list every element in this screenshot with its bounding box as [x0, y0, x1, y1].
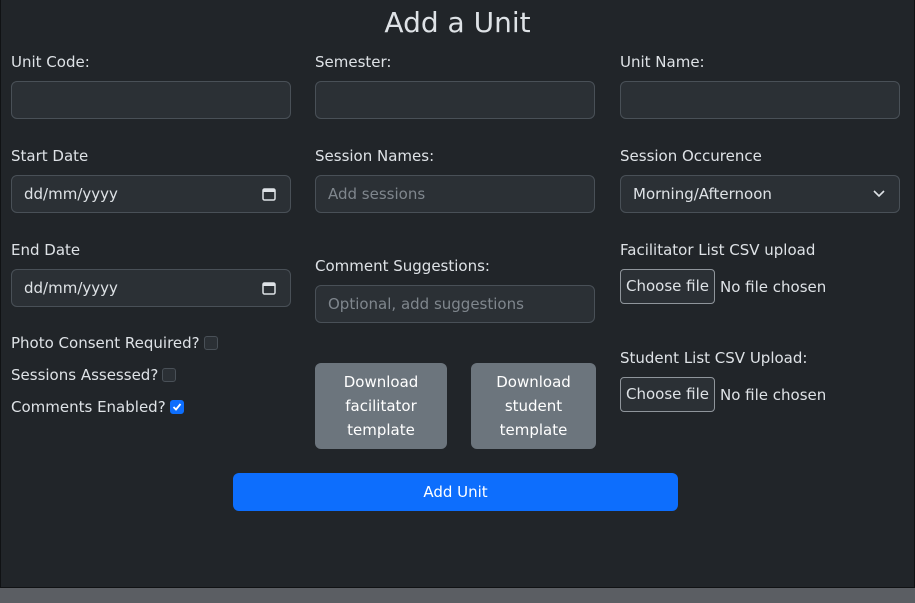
facilitator-file-input[interactable]: Choose file No file chosen	[620, 269, 826, 304]
comments-enabled-row: Comments Enabled?	[11, 398, 184, 416]
comments-enabled-checkbox[interactable]	[169, 400, 184, 414]
add-unit-panel: Add a Unit Unit Code: Semester: Unit Nam…	[0, 0, 915, 588]
end-date-label: End Date	[11, 241, 81, 259]
download-student-line-2: student	[504, 397, 563, 415]
download-student-line-1: Download	[496, 373, 571, 391]
checkmark-icon	[172, 403, 181, 411]
start-date-label: Start Date	[11, 147, 89, 165]
calendar-icon[interactable]	[262, 187, 276, 201]
photo-consent-row: Photo Consent Required?	[11, 334, 218, 352]
start-date-input[interactable]: dd/mm/yyyy	[11, 175, 291, 213]
unit-code-input[interactable]	[11, 81, 291, 119]
unit-code-label: Unit Code:	[11, 53, 90, 71]
comment-suggestions-input[interactable]	[315, 285, 595, 323]
student-file-input[interactable]: Choose file No file chosen	[620, 377, 826, 412]
photo-consent-label: Photo Consent Required?	[11, 334, 200, 352]
student-file-status: No file chosen	[720, 385, 827, 404]
download-facilitator-line-2: facilitator	[345, 397, 417, 415]
session-names-input[interactable]	[315, 175, 595, 213]
calendar-icon[interactable]	[262, 281, 276, 295]
download-student-line-3: template	[499, 421, 568, 439]
facilitator-file-status: No file chosen	[720, 277, 827, 296]
sessions-assessed-row: Sessions Assessed?	[11, 366, 177, 384]
semester-input[interactable]	[315, 81, 595, 119]
session-names-label: Session Names:	[315, 147, 435, 165]
start-date-value: dd/mm/yyyy	[24, 185, 118, 203]
comment-suggestions-label: Comment Suggestions:	[315, 257, 490, 275]
end-date-value: dd/mm/yyyy	[24, 279, 118, 297]
sessions-assessed-label: Sessions Assessed?	[11, 366, 159, 384]
sessions-assessed-checkbox[interactable]	[162, 368, 177, 382]
student-choose-file-button[interactable]: Choose file	[620, 377, 715, 412]
semester-label: Semester:	[315, 53, 392, 71]
session-occurence-value: Morning/Afternoon	[633, 185, 772, 203]
facilitator-upload-label: Facilitator List CSV upload	[620, 241, 816, 259]
comments-enabled-label: Comments Enabled?	[11, 398, 166, 416]
session-occurence-select[interactable]: Morning/Afternoon	[620, 175, 900, 213]
download-facilitator-line-1: Download	[343, 373, 419, 391]
chevron-down-icon	[873, 190, 885, 198]
photo-consent-checkbox[interactable]	[203, 336, 218, 350]
download-student-template-button[interactable]: Download student template	[471, 363, 596, 449]
unit-name-input[interactable]	[620, 81, 900, 119]
session-occurence-label: Session Occurence	[620, 147, 762, 165]
student-upload-label: Student List CSV Upload:	[620, 349, 808, 367]
end-date-input[interactable]: dd/mm/yyyy	[11, 269, 291, 307]
unit-name-label: Unit Name:	[620, 53, 705, 71]
download-facilitator-template-button[interactable]: Download facilitator template	[315, 363, 447, 449]
facilitator-choose-file-button[interactable]: Choose file	[620, 269, 715, 304]
page-title: Add a Unit	[384, 6, 531, 39]
download-facilitator-line-3: template	[347, 421, 415, 439]
add-unit-button[interactable]: Add Unit	[233, 473, 678, 511]
